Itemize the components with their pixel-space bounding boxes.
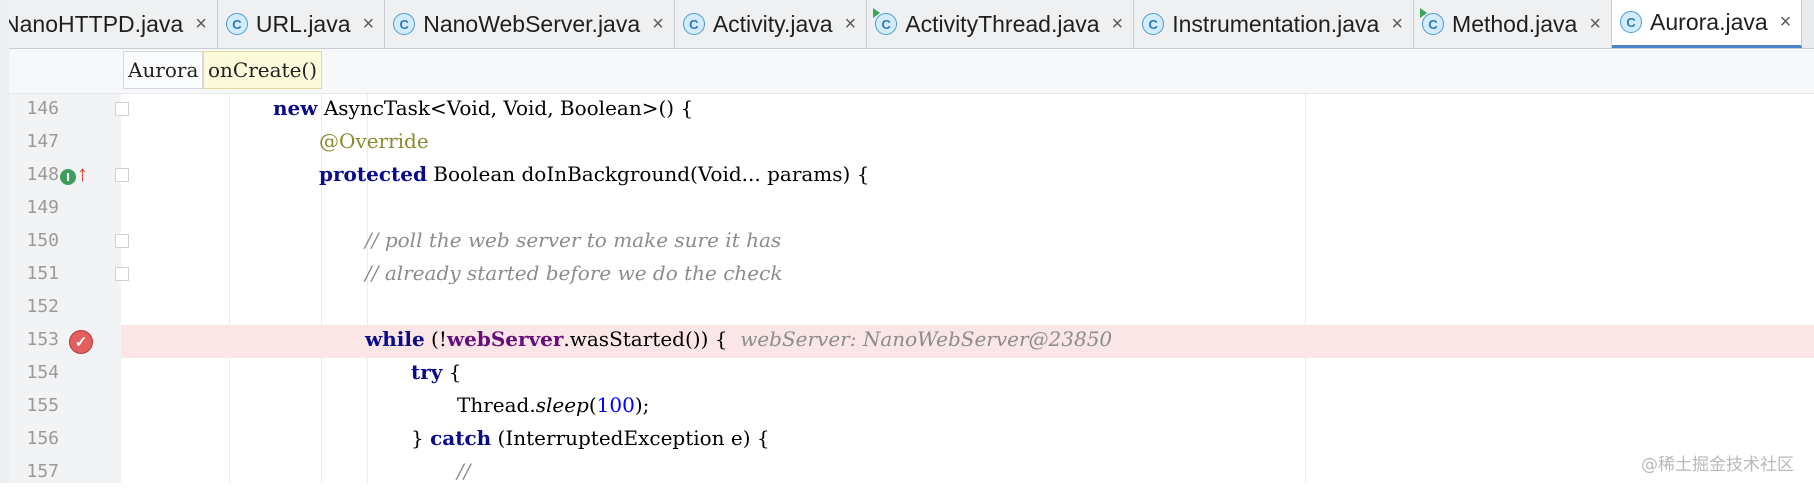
code-line: 150 // poll the web server to make sure … bbox=[9, 226, 1814, 259]
code-line: 157 // bbox=[9, 457, 1814, 490]
line-number: 148 bbox=[26, 164, 59, 185]
editor-tab-bar: NanoHTTPD.java × C URL.java × C NanoWebS… bbox=[9, 0, 1814, 49]
code-line: 147 @Override bbox=[9, 127, 1814, 160]
breadcrumb-method[interactable]: onCreate() bbox=[203, 51, 323, 89]
code-text: } catch (InterruptedException e) { bbox=[411, 426, 770, 450]
line-number: 149 bbox=[26, 197, 59, 218]
code-line: 156 } catch (InterruptedException e) { bbox=[9, 424, 1814, 457]
code-text: while (!webServer.wasStarted()) { webSer… bbox=[365, 327, 1113, 351]
fold-icon[interactable] bbox=[115, 234, 129, 248]
class-icon: C bbox=[1142, 13, 1165, 35]
line-number: 154 bbox=[26, 362, 59, 383]
tab-method[interactable]: C Method.java × bbox=[1414, 0, 1613, 48]
close-icon[interactable]: × bbox=[363, 13, 375, 36]
close-icon[interactable]: × bbox=[1589, 13, 1601, 36]
tab-activity[interactable]: C Activity.java × bbox=[674, 0, 868, 48]
tab-label: NanoHTTPD.java bbox=[9, 10, 184, 37]
code-text: // poll the web server to make sure it h… bbox=[365, 228, 782, 252]
tab-instrumentation[interactable]: C Instrumentation.java × bbox=[1134, 0, 1415, 48]
close-icon[interactable]: × bbox=[652, 13, 664, 36]
implements-icon[interactable]: I bbox=[60, 169, 76, 185]
code-line: 151 // already started before we do the … bbox=[9, 259, 1814, 292]
tab-label: URL.java bbox=[255, 10, 351, 37]
tab-label: Activity.java bbox=[712, 10, 833, 37]
tab-label: Aurora.java bbox=[1650, 8, 1768, 35]
breadcrumb-class[interactable]: Aurora bbox=[123, 51, 204, 89]
code-text: @Override bbox=[319, 129, 429, 153]
code-text: try { bbox=[411, 360, 462, 384]
line-number: 151 bbox=[26, 263, 59, 284]
code-text: // already started before we do the chec… bbox=[365, 261, 783, 285]
close-icon[interactable]: × bbox=[1780, 11, 1792, 34]
tab-aurora[interactable]: C Aurora.java × bbox=[1612, 0, 1803, 48]
code-line: 149 bbox=[9, 193, 1814, 226]
code-text: new AsyncTask<Void, Void, Boolean>() { bbox=[273, 96, 694, 120]
tab-nanowebserver[interactable]: C NanoWebServer.java × bbox=[385, 0, 675, 48]
tab-label: Method.java bbox=[1452, 10, 1578, 37]
line-number: 156 bbox=[26, 428, 59, 449]
code-line: 152 bbox=[9, 292, 1814, 325]
line-number: 155 bbox=[26, 395, 59, 416]
class-icon: C bbox=[682, 13, 705, 35]
fold-icon[interactable] bbox=[115, 102, 129, 116]
breadcrumb: Aurora onCreate() bbox=[9, 49, 1814, 94]
code-text: protected Boolean doInBackground(Void...… bbox=[319, 162, 870, 186]
code-text: Thread.sleep(100); bbox=[457, 393, 650, 417]
code-line: 154 try { bbox=[9, 358, 1814, 391]
line-number: 146 bbox=[26, 98, 59, 119]
fold-icon[interactable] bbox=[115, 267, 129, 281]
code-text: // bbox=[457, 459, 471, 483]
breakpoint-line: 153 ✓ while (!webServer.wasStarted()) { … bbox=[9, 325, 1814, 358]
class-icon: C bbox=[225, 13, 248, 35]
tab-label: NanoWebServer.java bbox=[423, 10, 641, 37]
watermark: @稀土掘金技术社区 bbox=[1641, 455, 1794, 475]
line-number: 153 bbox=[26, 329, 59, 350]
inline-debug-value: webServer: NanoWebServer@23850 bbox=[740, 327, 1113, 351]
fold-icon[interactable] bbox=[115, 168, 129, 182]
runnable-class-icon: C bbox=[873, 8, 898, 35]
class-icon: C bbox=[1620, 11, 1643, 33]
code-editor[interactable]: 146 new AsyncTask<Void, Void, Boolean>()… bbox=[9, 94, 1814, 483]
line-number: 157 bbox=[26, 461, 59, 482]
code-line: 146 new AsyncTask<Void, Void, Boolean>()… bbox=[9, 94, 1814, 127]
tab-label: ActivityThread.java bbox=[905, 10, 1100, 37]
line-number: 147 bbox=[26, 131, 59, 152]
tab-activitythread[interactable]: C ActivityThread.java × bbox=[867, 0, 1135, 48]
override-arrow-icon[interactable]: ↑ bbox=[77, 163, 88, 185]
breakpoint-icon[interactable]: ✓ bbox=[69, 330, 93, 354]
tab-label: Instrumentation.java bbox=[1172, 10, 1380, 37]
close-icon[interactable]: × bbox=[1391, 13, 1403, 36]
code-line: 155 Thread.sleep(100); bbox=[9, 391, 1814, 424]
code-line: 148 I ↑ protected Boolean doInBackground… bbox=[9, 160, 1814, 193]
runnable-class-icon: C bbox=[1420, 8, 1445, 35]
tab-url[interactable]: C URL.java × bbox=[217, 0, 386, 48]
close-icon[interactable]: × bbox=[1112, 13, 1124, 36]
line-number: 152 bbox=[26, 296, 59, 317]
close-icon[interactable]: × bbox=[195, 13, 207, 36]
class-icon: C bbox=[393, 13, 416, 35]
close-icon[interactable]: × bbox=[845, 13, 857, 36]
line-number: 150 bbox=[26, 230, 59, 251]
tab-nanohttpd[interactable]: NanoHTTPD.java × bbox=[9, 0, 218, 48]
